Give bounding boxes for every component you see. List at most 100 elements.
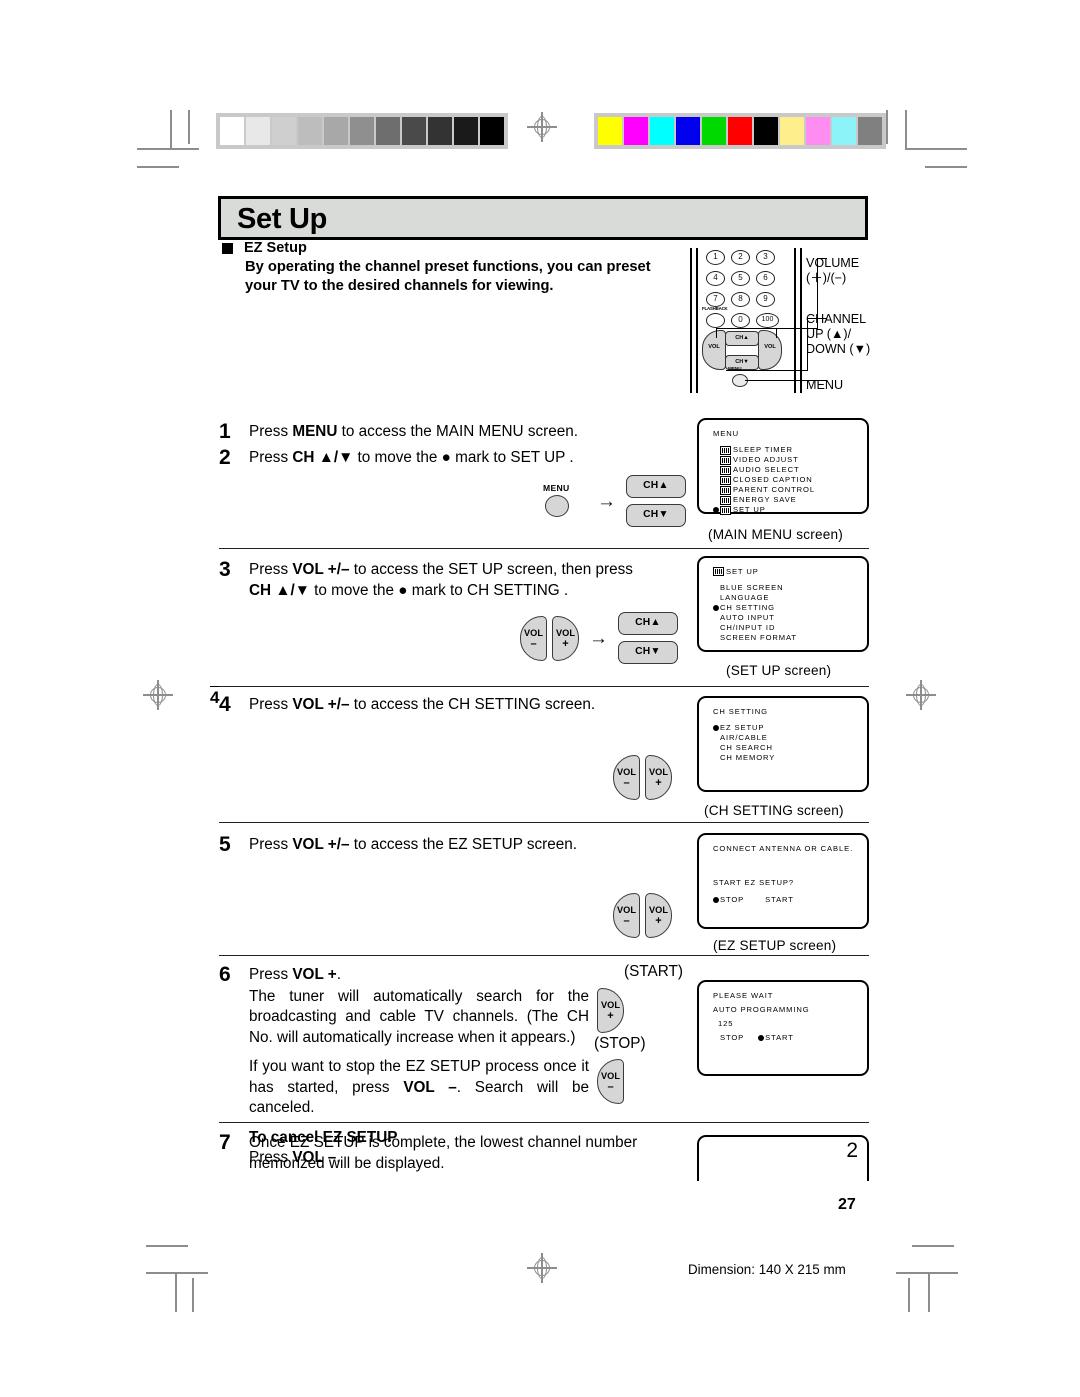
remote-body-edge-left (690, 248, 692, 393)
osd-content-main-menu: MENU SLEEP TIMER VIDEO ADJUST AUDIO SELECT C… (713, 429, 861, 515)
osd-content-auto-programming: PLEASE WAIT AUTO PROGRAMMING 125 STOP START (713, 991, 861, 1043)
osd-menu-item-label: BLUE SCREEN (720, 583, 784, 592)
remote-key-9[interactable]: 9 (756, 292, 775, 307)
remote-key-100[interactable]: 100 (756, 313, 779, 328)
step-6-stop-label: (STOP) (594, 1035, 646, 1052)
manual-page: 4 Set Up EZ Setup By operating the chann… (0, 0, 1080, 1397)
remote-key-6[interactable]: 6 (756, 271, 775, 286)
grayscale-calibration-strip (216, 113, 508, 149)
emphasis-text: VOL – (403, 1078, 457, 1096)
remote-key-1[interactable]: 1 (706, 250, 725, 265)
remote-key-flashback[interactable] (706, 313, 725, 328)
remote-key-4[interactable]: 4 (706, 271, 725, 286)
vol-plus-sign-6: + (607, 1010, 614, 1022)
osd-menu-item[interactable]: BLUE SCREEN (713, 583, 861, 593)
vol-plus-button-5[interactable]: VOL + (645, 893, 672, 938)
plain-text: Press (249, 966, 293, 983)
step-1-number: 1 (219, 420, 231, 443)
grayscale-swatch-7 (402, 117, 426, 145)
osd-text: PLEASE WAIT (713, 991, 774, 1000)
remote-key-2[interactable]: 2 (731, 250, 750, 265)
selection-dot-placeholder (713, 585, 719, 591)
osd-menu-item-label: SET UP (733, 505, 766, 514)
remote-key-0[interactable]: 0 (731, 313, 750, 328)
osd-menu-item[interactable]: CH SETTING (713, 603, 861, 613)
osd-option-label: START (765, 895, 794, 904)
vol-plus-button-6[interactable]: VOL + (597, 988, 624, 1033)
vol-minus-button-6[interactable]: VOL – (597, 1059, 624, 1104)
grayscale-swatch-5 (350, 117, 374, 145)
osd-option-row: STOP START (713, 895, 861, 905)
vol-minus-button-4[interactable]: VOL – (613, 755, 640, 800)
osd-menu-item[interactable]: CH/INPUT ID (713, 623, 861, 633)
ch-down-button-3[interactable]: CH▼ (618, 641, 678, 664)
callout-channel-line1: CHANNEL (806, 312, 867, 326)
remote-key-5[interactable]: 5 (731, 271, 750, 286)
remote-vol-plus-key[interactable]: VOL (758, 330, 782, 370)
osd-menu-item[interactable]: ENERGY SAVE (713, 495, 861, 505)
remote-key-7[interactable]: 7 (706, 292, 725, 307)
osd-option-start[interactable]: START (758, 1033, 794, 1043)
osd-main-menu-screen: MENU SLEEP TIMER VIDEO ADJUST AUDIO SELECT C… (697, 418, 869, 515)
remote-key-3[interactable]: 3 (756, 250, 775, 265)
page-number: 27 (838, 1196, 856, 1213)
osd-menu-item[interactable]: CH SEARCH (713, 743, 861, 753)
osd-menu-item[interactable]: CH MEMORY (713, 753, 861, 763)
osd-header-label: SET UP (726, 567, 759, 576)
vol-button-pair-5: VOL – VOL + (613, 893, 672, 938)
osd-option-stop[interactable]: STOP (713, 895, 744, 905)
osd-menu-item[interactable]: VIDEO ADJUST (713, 455, 861, 465)
menu-button-circle[interactable] (545, 495, 569, 517)
divider-4 (219, 955, 869, 957)
osd-text-line: CONNECT ANTENNA OR CABLE. (713, 844, 861, 854)
osd-text: 125 (718, 1019, 734, 1028)
vol-plus-button-4[interactable]: VOL + (645, 755, 672, 800)
registration-target-top (527, 112, 557, 142)
osd-menu-item[interactable]: CLOSED CAPTION (713, 475, 861, 485)
step-4-controls: VOL – VOL + (613, 755, 672, 800)
menu-item-icon (720, 485, 731, 495)
grayscale-swatch-9 (454, 117, 478, 145)
osd-menu-item[interactable]: EZ SETUP (713, 723, 861, 733)
selection-dot-icon (713, 605, 719, 611)
divider-2 (219, 686, 869, 688)
osd-menu-item[interactable]: SCREEN FORMAT (713, 633, 861, 643)
step-5-text: Press VOL +/– to access the EZ SETUP scr… (249, 835, 577, 856)
plain-text: Press (249, 423, 293, 440)
ch-up-button-1[interactable]: CH▲ (626, 475, 686, 498)
osd-menu-item[interactable]: SET UP (713, 505, 861, 515)
vol-plus-label-5: VOL (649, 905, 668, 915)
keypad-row-2: 789 (706, 292, 779, 307)
osd-menu-item[interactable]: SLEEP TIMER (713, 445, 861, 455)
remote-ch-up-key[interactable]: CH▲ (725, 331, 759, 346)
selection-dot-placeholder (713, 457, 719, 463)
step-7-text: Once EZ SETUP is complete, the lowest ch… (249, 1133, 637, 1174)
ch-down-button-1[interactable]: CH▼ (626, 504, 686, 527)
vol-plus-button-3[interactable]: VOL + (552, 615, 579, 661)
osd-menu-item[interactable]: LANGUAGE (713, 593, 861, 603)
osd-menu-item[interactable]: PARENT CONTROL (713, 485, 861, 495)
text-line: Press VOL +/– to access the EZ SETUP scr… (249, 835, 577, 856)
text-line: Once EZ SETUP is complete, the lowest ch… (249, 1133, 637, 1154)
callout-volume-line1: VOLUME (806, 256, 860, 270)
osd-option-stop[interactable]: STOP (713, 1033, 744, 1043)
vol-minus-button-3[interactable]: VOL – (520, 615, 547, 661)
step-3-controls: VOL – VOL + → CH▲ CH▼ (520, 612, 678, 664)
remote-vol-minus-key[interactable]: VOL (702, 330, 726, 370)
osd-menu-item[interactable]: AUTO INPUT (713, 613, 861, 623)
emphasis-text: CH ▲/▼ (292, 449, 354, 466)
osd-menu-item[interactable]: AIR/CABLE (713, 733, 861, 743)
crop-mark-bl-v2 (192, 1278, 194, 1312)
osd-option-start[interactable]: START (758, 895, 794, 905)
leadline-volume (716, 328, 778, 330)
menu-button-graphic[interactable]: MENU (541, 483, 587, 519)
osd-menu-item-label: CH MEMORY (720, 753, 776, 762)
vol-minus-button-5[interactable]: VOL – (613, 893, 640, 938)
remote-key-8[interactable]: 8 (731, 292, 750, 307)
osd-ez-setup-screen: CONNECT ANTENNA OR CABLE. START EZ SETUP?… (697, 833, 869, 929)
ch-up-button-3[interactable]: CH▲ (618, 612, 678, 635)
osd-menu-item[interactable]: AUDIO SELECT (713, 465, 861, 475)
remote-body-edge-left2 (696, 248, 698, 393)
osd-option-label: STOP (720, 1033, 745, 1042)
divider-1 (219, 548, 869, 550)
